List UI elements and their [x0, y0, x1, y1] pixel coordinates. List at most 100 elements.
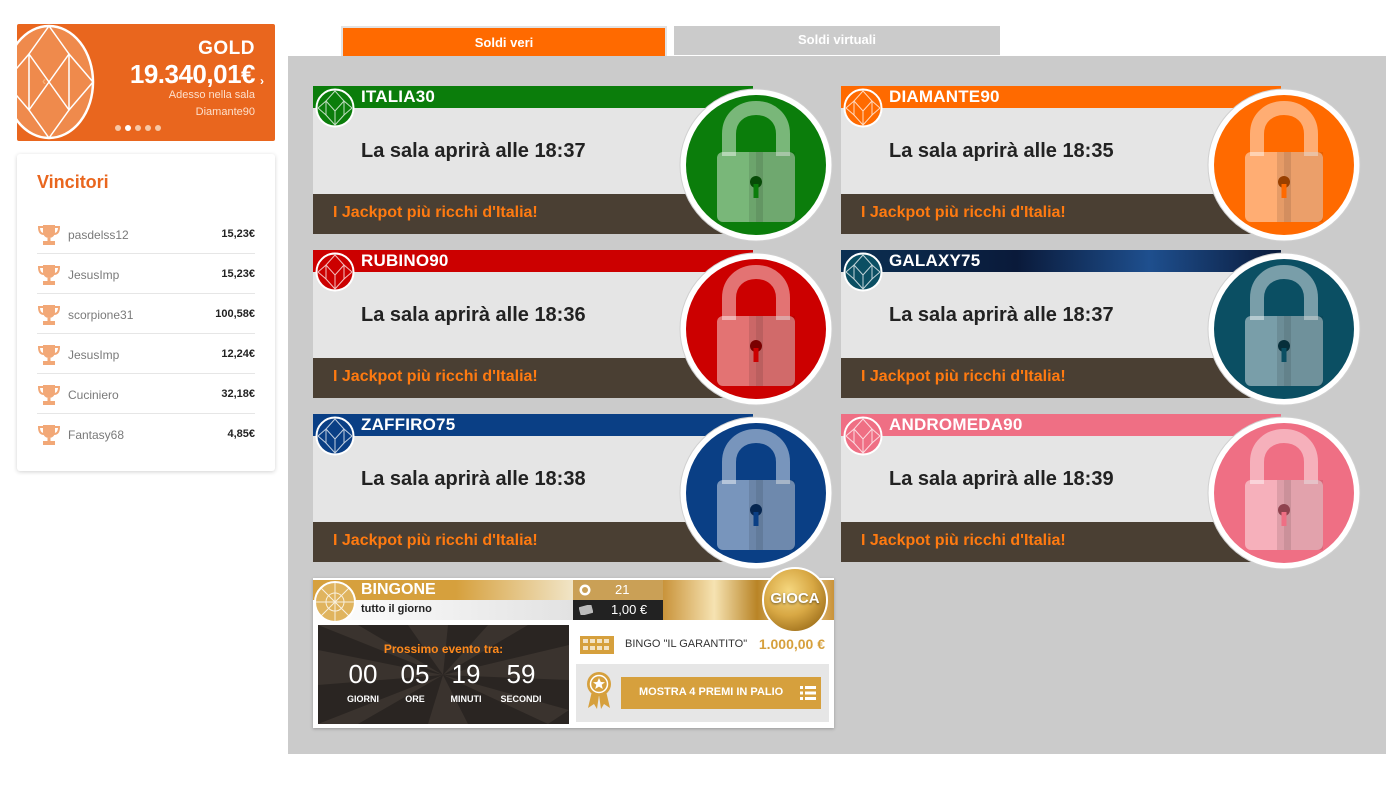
jackpot-room: Diamante90	[195, 106, 255, 118]
prize-amount: 1.000,00 €	[758, 636, 825, 652]
prize-name: BINGO "IL GARANTITO"	[625, 638, 748, 650]
winner-row: JesusImp 12,24€	[37, 334, 255, 374]
room-card[interactable]: ZAFFIRO75 La sala aprirà alle 18:38 I Jack…	[313, 414, 833, 570]
tab-real-money[interactable]: Soldi veri	[341, 26, 667, 56]
room-card[interactable]: ANDROMEDA90 La sala aprirà alle 18:39 I Ja…	[841, 414, 1361, 570]
jackpot-dot[interactable]	[115, 125, 121, 131]
trophy-icon	[37, 265, 61, 285]
room-gem-icon	[843, 88, 883, 128]
countdown-label: GIORNI	[346, 694, 379, 704]
prizes-box: MOSTRA 4 PREMI IN PALIO	[576, 664, 829, 722]
room-name: DIAMANTE90	[889, 87, 1000, 106]
bingone-stats: 21 1,00 €	[573, 580, 663, 620]
lock-icon	[1207, 252, 1361, 406]
show-prizes-label: MOSTRA 4 PREMI IN PALIO	[639, 686, 784, 698]
room-opening-time: La sala aprirà alle 18:35	[889, 140, 1114, 162]
countdown-label: SECONDI	[500, 694, 542, 704]
jackpot-next-arrow[interactable]: ›	[255, 74, 269, 88]
room-footer-text: I Jackpot più ricchi d'Italia!	[333, 368, 538, 385]
winner-amount: 4,85€	[227, 428, 255, 440]
play-button[interactable]: GIOCA	[761, 566, 829, 634]
room-gem-icon	[843, 252, 883, 292]
room-card[interactable]: RUBINO90 La sala aprirà alle 18:36 I Jackp…	[313, 250, 833, 406]
countdown-value: 05	[400, 659, 430, 689]
room-name: GALAXY75	[889, 251, 981, 270]
room-opening-time: La sala aprirà alle 18:36	[361, 304, 586, 326]
play-label: GIOCA	[770, 590, 820, 607]
countdown-label: MINUTI	[450, 694, 482, 704]
winner-name: pasdelss12	[68, 228, 129, 242]
jackpot-dot[interactable]	[155, 125, 161, 131]
jackpot-dot[interactable]	[145, 125, 151, 131]
bingone-gem-icon	[314, 581, 356, 623]
bingone-subtitle: tutto il giorno	[361, 603, 432, 615]
room-footer-text: I Jackpot più ricchi d'Italia!	[861, 368, 1066, 385]
winner-amount: 32,18€	[221, 388, 255, 400]
bingone-card[interactable]: BINGONE tutto il giorno 21 1,00 € GIOCA …	[313, 567, 834, 728]
countdown-value: 00	[348, 659, 378, 689]
jackpot-dot[interactable]	[125, 125, 131, 131]
jackpot-banner[interactable]: ‹ › GOLD 19.340,01€ Adesso nella sala Di…	[17, 24, 275, 141]
trophy-icon	[37, 225, 61, 245]
countdown-cell: 19 MINUTI	[441, 659, 491, 704]
players-icon	[579, 584, 591, 596]
jackpot-dot[interactable]	[135, 125, 141, 131]
bingo-tickets-icon	[580, 636, 614, 654]
room-opening-time: La sala aprirà alle 18:37	[889, 304, 1114, 326]
trophy-icon	[37, 345, 61, 365]
lock-icon	[679, 252, 833, 406]
jackpot-type: GOLD	[198, 38, 255, 59]
players-count: 21	[615, 582, 630, 597]
bingone-name: BINGONE	[361, 581, 436, 598]
show-prizes-button[interactable]: MOSTRA 4 PREMI IN PALIO	[621, 677, 821, 709]
winners-title: Vincitori	[37, 172, 109, 192]
room-footer-text: I Jackpot più ricchi d'Italia!	[861, 532, 1066, 549]
jackpot-prev-arrow[interactable]: ‹	[37, 74, 51, 88]
winner-row: pasdelss12 15,23€	[37, 214, 255, 254]
winner-row: Cuciniero 32,18€	[37, 374, 255, 414]
winner-amount: 15,23€	[221, 228, 255, 240]
room-card[interactable]: GALAXY75 La sala aprirà alle 18:37 I Jackp…	[841, 250, 1361, 406]
winner-row: Fantasy68 4,85€	[37, 414, 255, 454]
room-footer-text: I Jackpot più ricchi d'Italia!	[333, 204, 538, 221]
jackpot-caption: Adesso nella sala	[168, 89, 255, 101]
jackpot-pagination	[115, 125, 161, 131]
ticket-icon	[579, 605, 593, 615]
winner-name: JesusImp	[68, 268, 120, 282]
winners-list: pasdelss12 15,23€ JesusImp 15,23€ scorpione3…	[37, 214, 255, 454]
countdown-title: Prossimo evento tra:	[383, 642, 504, 656]
award-ribbon-icon	[587, 672, 611, 709]
countdown-cell: 05 ORE	[390, 659, 440, 704]
room-name: ZAFFIRO75	[361, 415, 456, 434]
countdown-cell: 00 GIORNI	[338, 659, 388, 704]
room-name: ITALIA30	[361, 87, 436, 106]
winner-name: Cuciniero	[68, 388, 119, 402]
lock-icon	[679, 88, 833, 242]
jackpot-amount: 19.340,01€	[129, 59, 256, 89]
countdown-label: ORE	[405, 694, 425, 704]
trophy-icon	[37, 425, 61, 445]
room-opening-time: La sala aprirà alle 18:39	[889, 468, 1114, 490]
winner-row: JesusImp 15,23€	[37, 254, 255, 294]
tab-virtual-money[interactable]: Soldi virtuali	[674, 26, 1000, 55]
ticket-price: 1,00 €	[611, 602, 648, 617]
countdown-value: 59	[506, 659, 536, 689]
room-opening-time: La sala aprirà alle 18:38	[361, 468, 586, 490]
trophy-icon	[37, 385, 61, 405]
countdown-value: 19	[451, 659, 481, 689]
lock-icon	[1207, 416, 1361, 570]
room-name: ANDROMEDA90	[889, 415, 1023, 434]
room-opening-time: La sala aprirà alle 18:37	[361, 140, 586, 162]
winner-amount: 15,23€	[221, 268, 255, 280]
winners-card: Vincitori pasdelss12 15,23€ JesusImp 15,23€…	[17, 154, 275, 471]
trophy-icon	[37, 305, 61, 325]
room-gem-icon	[843, 416, 883, 456]
room-footer-text: I Jackpot più ricchi d'Italia!	[861, 204, 1066, 221]
countdown-panel: Prossimo evento tra: 00 GIORNI 05 ORE 19 MINU…	[318, 625, 569, 724]
winner-name: scorpione31	[68, 308, 134, 322]
rooms-panel: ITALIA30 La sala aprirà alle 18:37 I Jackp…	[288, 56, 1386, 754]
room-card[interactable]: ITALIA30 La sala aprirà alle 18:37 I Jackp…	[313, 86, 833, 242]
room-card[interactable]: DIAMANTE90 La sala aprirà alle 18:35 I Jac…	[841, 86, 1361, 242]
countdown-cell: 59 SECONDI	[496, 659, 546, 704]
gem-icon	[17, 24, 95, 140]
